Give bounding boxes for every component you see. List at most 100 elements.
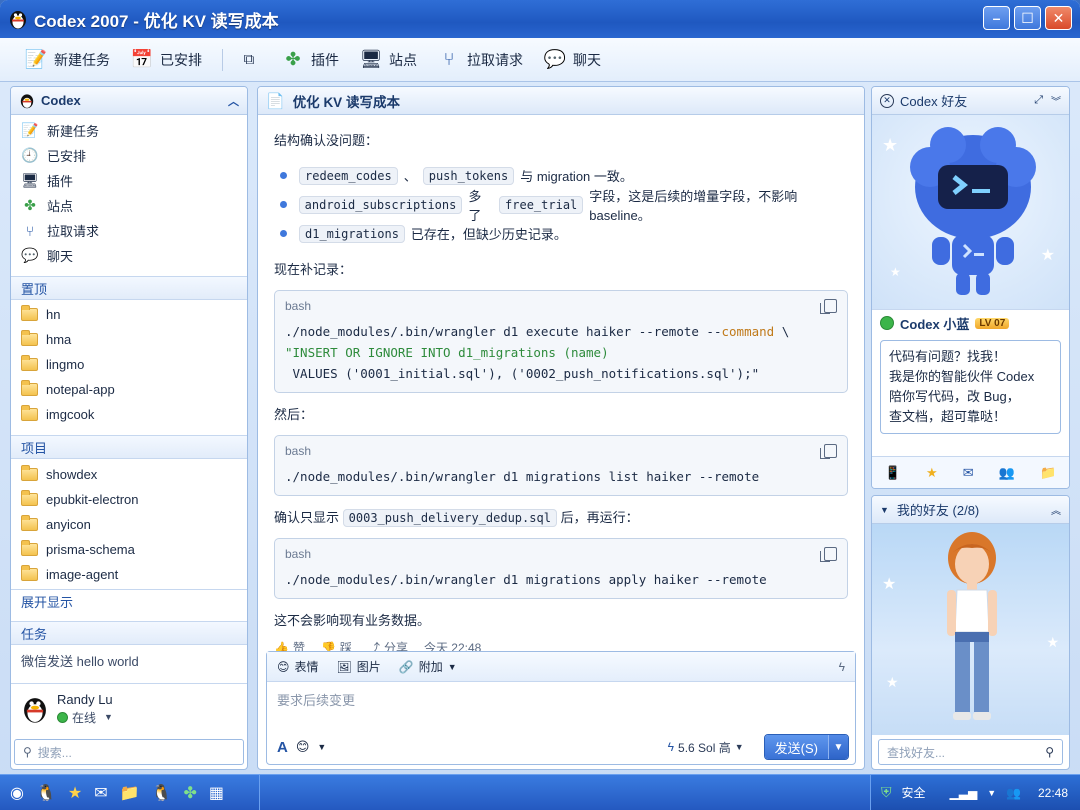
star-icon[interactable]: ★	[926, 465, 938, 481]
phone-icon[interactable]: 📱	[885, 465, 901, 481]
bullet-icon	[280, 230, 287, 237]
chevron-down-icon[interactable]: ▼	[987, 788, 996, 798]
project-item[interactable]: anyicon	[11, 512, 247, 537]
buddy-header: ✕ Codex 好友 ⤢ ︾	[872, 87, 1069, 115]
online-check-icon	[880, 316, 894, 330]
user-status[interactable]: 在线 ▼	[57, 709, 113, 726]
plugins-label: 插件	[311, 51, 339, 68]
copy-icon[interactable]	[820, 299, 837, 314]
sidebar-item-sites[interactable]: ✤ 站点	[11, 193, 247, 218]
penguin-icon[interactable]: 🐧	[152, 783, 172, 803]
clock: 22:48	[1037, 785, 1068, 800]
robot-mascot-icon	[910, 127, 1036, 295]
system-tray: ⛨ 安全 ▁▃▅ ▼ 👥 22:48	[870, 775, 1080, 810]
image-icon: 🖼	[336, 659, 352, 674]
scheduled-button[interactable]: 📅 已安排	[126, 44, 212, 76]
mail-icon[interactable]: ✉	[963, 465, 974, 481]
task-item[interactable]: 微信发送 hello world	[11, 645, 247, 675]
friend-search-input[interactable]: 查找好友... ⚲	[878, 739, 1063, 765]
nav-label: 拉取请求	[47, 224, 100, 239]
shield-icon[interactable]: ⛨	[881, 784, 892, 801]
main-toolbar: 📝 新建任务 📅 已安排 ⧉ ✤ 插件 🖥 站点 ⑂ 拉取请求 💬 聊天	[0, 38, 1080, 82]
project-item[interactable]: epubkit-electron	[11, 487, 247, 512]
window-controls: – ☐ ✕	[983, 6, 1072, 30]
friends-header[interactable]: ▼ 我的好友 (2/8) ︽	[872, 496, 1069, 524]
app-window: Codex 2007 - 优化 KV 读写成本 – ☐ ✕ 📝 新建任务 📅 已…	[0, 0, 1080, 810]
chevron-up-icon[interactable]: ︿	[228, 93, 239, 109]
left-sidebar: Codex ︿ 📝 新建任务 🕘 已安排 🖥 插件 ✤ 站点 ⑂ 拉取请求 💬 聊天 置顶 …	[10, 86, 248, 770]
buddy-profile: Codex 小蓝 LV 07	[872, 310, 1069, 336]
new-task-button[interactable]: 📝 新建任务	[20, 44, 120, 76]
user-profile[interactable]: Randy Lu 在线 ▼	[11, 683, 247, 733]
close-icon[interactable]: ✕	[880, 93, 894, 108]
copy-icon[interactable]	[820, 444, 837, 459]
branch-icon: ⑂	[25, 222, 35, 239]
sidebar-item-chat[interactable]: 💬 聊天	[11, 243, 247, 268]
folder-icon	[21, 465, 38, 481]
sidebar-item-pull-requests[interactable]: ⑂ 拉取请求	[11, 218, 247, 243]
nav-label: 新建任务	[47, 124, 100, 139]
folder-label: showdex	[46, 467, 98, 482]
plugins-button[interactable]: ✤ 插件	[277, 44, 349, 76]
chevron-up-icon[interactable]: ︽	[1051, 502, 1061, 517]
chat-button[interactable]: 💬 聊天	[539, 44, 611, 76]
project-item[interactable]: prisma-schema	[11, 537, 247, 562]
send-button-group: 发送(S) ▼	[763, 734, 849, 760]
sidebar-item-new-task[interactable]: 📝 新建任务	[11, 118, 247, 143]
close-button[interactable]: ✕	[1045, 6, 1072, 30]
folder-icon[interactable]: 📁	[120, 783, 140, 803]
emoji-button[interactable]: 😊 表情	[277, 658, 319, 675]
copy-icon[interactable]	[820, 547, 837, 562]
pinned-item[interactable]: imgcook	[11, 402, 247, 427]
sidebar-item-plugins[interactable]: 🖥 插件	[11, 168, 247, 193]
project-item[interactable]: showdex	[11, 462, 247, 487]
send-options-button[interactable]: ▼	[828, 735, 848, 759]
code-language: bash	[285, 299, 312, 313]
toolbar-separator	[222, 48, 223, 71]
chevron-down-icon[interactable]: ︾	[1051, 93, 1061, 108]
chat-bubble-icon: 💬	[21, 247, 39, 263]
grid-icon[interactable]: ▦	[209, 783, 224, 803]
attach-button[interactable]: 🔗 附加 ▼	[399, 658, 457, 675]
folder-label: hn	[46, 307, 61, 322]
pull-requests-button[interactable]: ⑂ 拉取请求	[433, 44, 533, 76]
font-icon[interactable]: A	[277, 739, 288, 756]
group-icon[interactable]: 👥	[1006, 786, 1021, 800]
smiley-icon: 😊	[277, 659, 290, 674]
smiley-icon[interactable]: 😊	[296, 739, 310, 755]
mail-icon[interactable]: ✉	[94, 783, 107, 803]
pinned-item[interactable]: lingmo	[11, 352, 247, 377]
puzzle-icon[interactable]: ✤	[183, 783, 196, 803]
document-icon: 📄	[266, 92, 285, 110]
send-button[interactable]: 发送(S)	[764, 735, 828, 759]
penguin-icon[interactable]: 🐧	[36, 783, 56, 803]
code-line: ./node_modules/.bin/wrangler d1 migratio…	[285, 572, 767, 587]
model-selector[interactable]: ϟ 5.6 Sol 高 ▼	[668, 739, 744, 756]
maximize-button[interactable]: ☐	[1014, 6, 1041, 30]
pencil-paper-icon: 📝	[24, 49, 48, 69]
sidebar-header[interactable]: Codex ︿	[11, 87, 247, 115]
signal-icon[interactable]: ▁▃▅	[950, 786, 978, 800]
image-button[interactable]: 🖼 图片	[337, 658, 381, 675]
link-button[interactable]: ⧉	[233, 44, 271, 76]
sidebar-item-scheduled[interactable]: 🕘 已安排	[11, 143, 247, 168]
pinned-item[interactable]: hn	[11, 302, 247, 327]
expand-link[interactable]: 展开显示	[11, 589, 247, 613]
sidebar-search-input[interactable]: ⚲ 搜索...	[14, 739, 244, 765]
expand-icon[interactable]: ⤢	[1034, 94, 1043, 107]
project-item[interactable]: image-agent	[11, 562, 247, 587]
chevron-down-icon[interactable]: ▼	[317, 742, 326, 752]
star-icon[interactable]: ★	[68, 783, 82, 803]
start-icon[interactable]: ◉	[10, 783, 24, 803]
code-keyword: command	[721, 324, 775, 339]
sites-button[interactable]: 🖥 站点	[355, 44, 427, 76]
message-input[interactable]: 要求后续变更	[267, 682, 855, 730]
lightning-icon[interactable]: ϟ	[839, 660, 845, 674]
pinned-item[interactable]: notepal-app	[11, 377, 247, 402]
pinned-item[interactable]: hma	[11, 327, 247, 352]
minimize-button[interactable]: –	[983, 6, 1010, 30]
folder-icon[interactable]: 📁	[1040, 465, 1056, 481]
folder-icon	[21, 540, 38, 556]
sidebar-title: Codex	[41, 93, 81, 108]
group-icon[interactable]: 👥	[999, 465, 1015, 481]
